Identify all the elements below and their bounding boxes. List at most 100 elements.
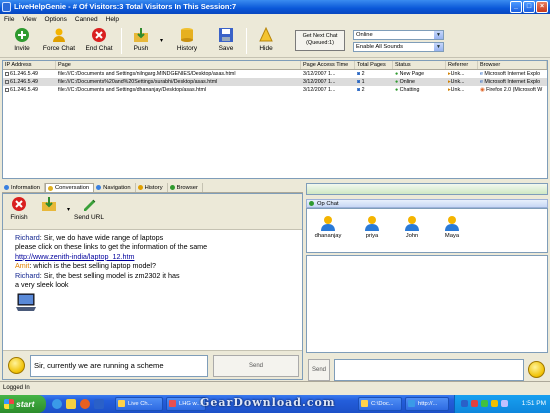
chat-link[interactable]: http://www.zenith-india/laptop_12.htm (15, 252, 134, 261)
op-send-button[interactable]: Send (308, 359, 330, 381)
cell-page: file:///C:/Documents and Settings/nilnga… (58, 71, 236, 77)
chevron-down-icon[interactable]: ▼ (434, 31, 443, 39)
network-icon[interactable] (481, 400, 488, 407)
watermark: GearDownload.com (200, 396, 336, 409)
minimize-button[interactable]: _ (510, 1, 522, 13)
chat-line: Amit: which is the best selling laptop m… (15, 261, 301, 270)
column-header[interactable]: Page (56, 61, 301, 69)
taskbar-item[interactable]: http://... (405, 397, 449, 411)
save-button[interactable]: Save (214, 27, 238, 52)
taskbar-item[interactable]: Live Ch... (115, 397, 163, 411)
operator-item[interactable]: John (395, 215, 429, 239)
tab-op-chat[interactable]: Op Chat (306, 199, 548, 208)
row-checkbox[interactable] (5, 71, 9, 76)
window-title: LiveHelpGenie - # Of Visitors:3 Total Vi… (14, 2, 237, 11)
send-url-button[interactable]: Send URL (73, 196, 105, 221)
sound-select[interactable]: Enable All Sounds ▼ (353, 42, 444, 52)
window-icon (169, 400, 176, 407)
volume-icon[interactable] (491, 400, 498, 407)
desktop-quicklaunch-icon[interactable] (94, 399, 104, 409)
force-chat-icon (53, 28, 65, 42)
ie-quicklaunch-icon[interactable] (52, 399, 62, 409)
column-header[interactable]: IP Address (3, 61, 56, 69)
operator-item[interactable]: Maya (435, 215, 469, 239)
task-label: http://... (418, 401, 438, 407)
system-tray: 1:51 PM (454, 395, 550, 413)
conversation-icon (48, 185, 53, 191)
cell-pages: 2 (361, 71, 365, 77)
push-label: Push (133, 45, 149, 52)
column-header[interactable]: Status (393, 61, 446, 69)
end-chat-icon (92, 28, 106, 42)
row-checkbox[interactable] (5, 79, 9, 84)
firefox-quicklaunch-icon[interactable] (80, 399, 90, 409)
tab-navigation[interactable]: Navigation (94, 183, 136, 192)
cell-status: Online (399, 79, 415, 85)
navigation-icon (96, 185, 102, 190)
column-header[interactable]: Referrer (446, 61, 478, 69)
table-row[interactable]: 61.246.5.49 file:///C:/Documents and Set… (3, 70, 547, 78)
menu-view[interactable]: View (22, 14, 36, 25)
history-button[interactable]: History (172, 27, 202, 52)
chat-line: Richard: Sir, we do have wide range of l… (15, 233, 301, 242)
column-header[interactable]: Browser (478, 61, 547, 69)
tab-conversation[interactable]: Conversation (45, 183, 95, 192)
chevron-down-icon[interactable]: ▾ (67, 206, 70, 213)
chevron-down-icon[interactable]: ▼ (434, 43, 443, 51)
maximize-button[interactable]: □ (523, 1, 535, 13)
force-chat-label: Force Chat (42, 45, 76, 52)
send-button[interactable]: Send (213, 355, 299, 377)
close-button[interactable]: × (536, 1, 548, 13)
push-dropdown-arrow-icon[interactable]: ▾ (160, 37, 163, 44)
browser-icon (169, 185, 175, 190)
finish-button[interactable]: Finish (8, 196, 30, 221)
cell-time: 3/12/2007 1... (303, 87, 336, 93)
menu-options[interactable]: Options (44, 14, 66, 25)
status-select-value: Online (356, 32, 373, 38)
table-row[interactable]: 61.246.5.49 file:///C:/Documents%20and%2… (3, 78, 547, 86)
tab-information[interactable]: Information (2, 183, 45, 192)
message-text: a very sleek look (15, 280, 69, 290)
row-checkbox[interactable] (5, 87, 9, 92)
op-chat-icon (309, 201, 314, 206)
tab-label: Navigation (103, 184, 131, 191)
hide-button[interactable]: Hide (254, 27, 278, 52)
menu-file[interactable]: File (4, 14, 14, 25)
table-row[interactable]: 61.246.5.49 file:///C:/Documents and Set… (3, 86, 547, 94)
speaker-name: Richard (15, 270, 40, 280)
invite-icon (15, 28, 29, 42)
messenger-icon[interactable] (501, 400, 508, 407)
message-text: : which is the best selling laptop model… (29, 261, 157, 271)
message-text: : Sir, we do have wide range of laptops (39, 233, 164, 242)
menu-canned[interactable]: Canned (75, 14, 98, 25)
taskbar-item[interactable]: C:\Doc... (358, 397, 402, 411)
message-input[interactable]: Sir, currently we are running a scheme (30, 355, 208, 377)
cell-browser: Microsoft Internet Explo (484, 71, 541, 77)
security-icon[interactable] (471, 400, 478, 407)
operator-name: dhananjay (314, 233, 342, 239)
end-chat-label: End Chat (85, 45, 113, 52)
end-chat-button[interactable]: End Chat (82, 27, 116, 52)
push-file-button[interactable] (37, 196, 61, 214)
clock: 1:51 PM (521, 400, 546, 407)
column-header[interactable]: Page Access Time (301, 61, 355, 69)
tab-label: Information (11, 184, 40, 191)
tab-history[interactable]: History (136, 183, 168, 192)
status-select[interactable]: Online ▼ (353, 30, 444, 40)
emoticon-icon[interactable] (528, 361, 545, 378)
operator-item[interactable]: priya (355, 215, 389, 239)
invite-button[interactable]: Invite (9, 27, 35, 52)
tab-browser[interactable]: Browser (168, 183, 203, 192)
folder-quicklaunch-icon[interactable] (66, 399, 76, 409)
start-button[interactable]: start (0, 395, 46, 413)
push-button[interactable]: Push (128, 27, 154, 52)
emoticon-icon[interactable] (8, 357, 25, 374)
operator-item[interactable]: dhananjay (311, 215, 345, 239)
get-next-chat-button[interactable]: Get Next Chat (Queued:1) (295, 30, 345, 51)
menu-help[interactable]: Help (106, 14, 119, 25)
column-header[interactable]: Total Pages (355, 61, 393, 69)
force-chat-button[interactable]: Force Chat (39, 27, 79, 52)
operator-list: dhananjay priya John Maya (306, 208, 548, 253)
op-message-input[interactable] (334, 359, 524, 381)
bluetooth-icon[interactable] (461, 400, 468, 407)
